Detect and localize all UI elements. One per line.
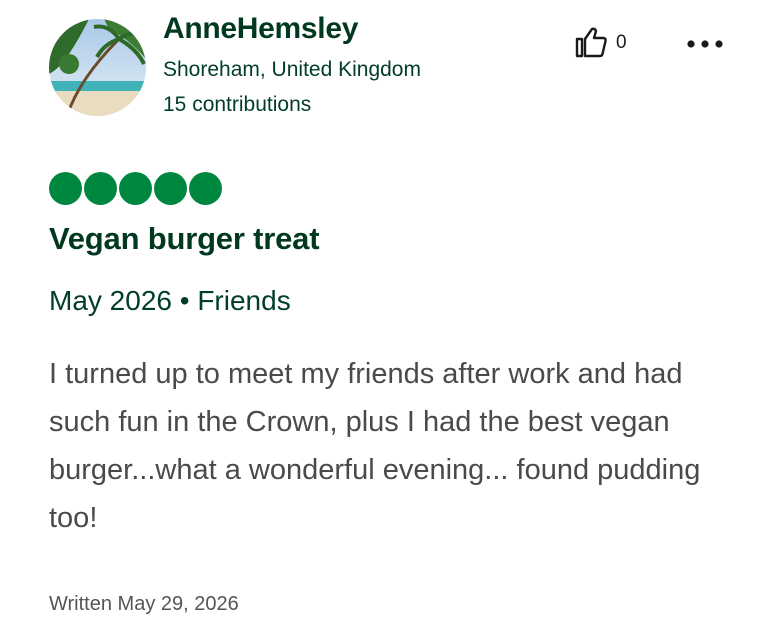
user-name[interactable]: AnneHemsley bbox=[163, 12, 358, 46]
review-card: AnneHemsley Shoreham, United Kingdom 15 … bbox=[0, 0, 768, 634]
avatar[interactable] bbox=[49, 19, 146, 116]
beach-palm-avatar-image bbox=[49, 19, 146, 116]
thumbs-up-icon bbox=[575, 27, 607, 58]
more-options-button[interactable] bbox=[686, 34, 726, 54]
rating-bubble bbox=[49, 172, 82, 205]
rating-bubble bbox=[189, 172, 222, 205]
rating-bubbles bbox=[49, 172, 222, 205]
review-title[interactable]: Vegan burger treat bbox=[49, 221, 320, 257]
user-contributions: 15 contributions bbox=[163, 93, 312, 116]
user-location: Shoreham, United Kingdom bbox=[163, 58, 421, 81]
written-date: Written May 29, 2026 bbox=[49, 593, 239, 615]
review-body: I turned up to meet my friends after wor… bbox=[49, 358, 701, 534]
rating-bubble bbox=[154, 172, 187, 205]
helpful-vote-button[interactable]: 0 bbox=[574, 26, 627, 58]
rating-bubble bbox=[119, 172, 152, 205]
rating-bubble bbox=[84, 172, 117, 205]
more-horizontal-icon bbox=[687, 40, 723, 48]
helpful-count: 0 bbox=[616, 32, 627, 53]
trip-meta: May 2026 • Friends bbox=[49, 285, 291, 316]
